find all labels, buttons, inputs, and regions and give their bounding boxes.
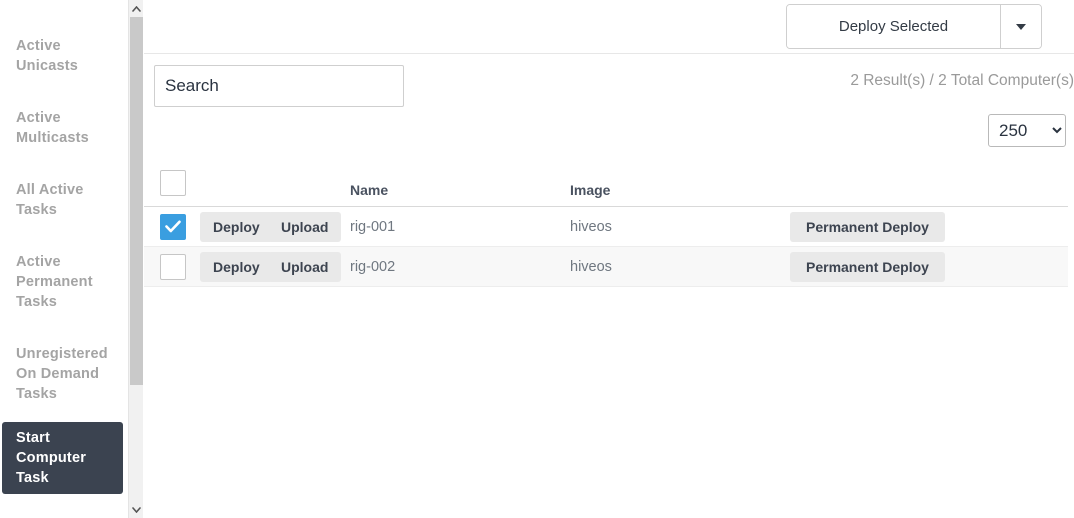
page-size-row: 102550100250500: [144, 114, 1074, 156]
deploy-button[interactable]: Deploy: [200, 211, 273, 242]
deploy-selected-dropdown-toggle[interactable]: [1000, 5, 1041, 48]
permanent-deploy-button[interactable]: Permanent Deploy: [790, 211, 945, 242]
search-row: 2 Result(s) / 2 Total Computer(s): [144, 54, 1074, 114]
select-all-checkbox[interactable]: [160, 170, 186, 196]
row-deploy-cell: Deploy: [200, 206, 273, 247]
sidebar-item-label: Active Unicasts: [16, 38, 79, 74]
image-column-header: Image: [570, 164, 790, 207]
scrollbar-down-arrow-button[interactable]: [129, 501, 143, 518]
row-select-cell: [144, 246, 200, 287]
upload-button[interactable]: Upload: [268, 251, 342, 282]
chevron-up-icon: [131, 5, 141, 12]
row-permanent-cell: Permanent Deploy: [790, 206, 1068, 247]
row-permanent-cell: Permanent Deploy: [790, 246, 1068, 287]
row-image-cell: hiveos: [570, 246, 790, 287]
table-header-row: Name Image: [144, 164, 1068, 207]
chevron-down-icon: [131, 506, 141, 513]
computers-table: Name Image Deploy Upload rig-001 hiveos …: [144, 164, 1068, 287]
permanent-column-header: [790, 164, 1068, 207]
deploy-column-header: [200, 164, 268, 207]
caret-down-icon: [1016, 23, 1026, 30]
sidebar-item-label: Start Computer Task: [16, 430, 87, 486]
sidebar-item-label: Unregistered On Demand Tasks: [16, 346, 108, 402]
row-select-cell: [144, 206, 200, 247]
row-select-checkbox[interactable]: [160, 253, 186, 280]
sidebar-item-all-active-tasks[interactable]: All Active Tasks: [2, 174, 123, 226]
select-all-header: [144, 164, 200, 207]
table-row: Deploy Upload rig-001 hiveos Permanent D…: [144, 206, 1068, 247]
sidebar-item-unregistered-on-demand-tasks[interactable]: Unregistered On Demand Tasks: [2, 338, 123, 410]
permanent-deploy-button[interactable]: Permanent Deploy: [790, 251, 945, 282]
scrollbar-thumb[interactable]: [130, 17, 143, 385]
toolbar: Deploy Selected: [144, 0, 1074, 54]
check-icon: [165, 220, 181, 233]
sidebar-item-label: All Active Tasks: [16, 182, 84, 218]
table-row: Deploy Upload rig-002 hiveos Permanent D…: [144, 246, 1068, 287]
row-upload-cell: Upload: [268, 246, 350, 287]
sidebar-nav: Active Unicasts Active Multicasts All Ac…: [0, 0, 128, 518]
row-name-cell: rig-002: [350, 246, 570, 287]
search-input[interactable]: [154, 65, 404, 107]
sidebar-item-active-unicasts[interactable]: Active Unicasts: [2, 30, 123, 82]
sidebar-item-active-multicasts[interactable]: Active Multicasts: [2, 102, 123, 154]
upload-column-header: [268, 164, 350, 207]
sidebar-scrollbar[interactable]: [128, 0, 143, 518]
main-content: Deploy Selected 2 Result(s) / 2 Total Co…: [144, 0, 1074, 518]
result-count-label: 2 Result(s) / 2 Total Computer(s): [850, 72, 1074, 89]
row-upload-cell: Upload: [268, 206, 350, 247]
row-name-cell: rig-001: [350, 206, 570, 247]
sidebar-item-active-permanent-tasks[interactable]: Active Permanent Tasks: [2, 246, 123, 318]
scrollbar-up-arrow-button[interactable]: [129, 0, 143, 17]
row-select-checkbox[interactable]: [160, 213, 186, 240]
page-size-select[interactable]: 102550100250500: [988, 114, 1066, 147]
deploy-selected-button[interactable]: Deploy Selected: [787, 5, 1000, 48]
deploy-button[interactable]: Deploy: [200, 251, 273, 282]
sidebar-item-label: Active Permanent Tasks: [16, 254, 93, 310]
row-image-cell: hiveos: [570, 206, 790, 247]
upload-button[interactable]: Upload: [268, 211, 342, 242]
row-deploy-cell: Deploy: [200, 246, 273, 287]
sidebar-item-start-computer-task[interactable]: Start Computer Task: [2, 422, 123, 494]
name-column-header: Name: [350, 164, 570, 207]
sidebar-item-label: Active Multicasts: [16, 110, 89, 146]
deploy-selected-split-button[interactable]: Deploy Selected: [786, 4, 1042, 49]
